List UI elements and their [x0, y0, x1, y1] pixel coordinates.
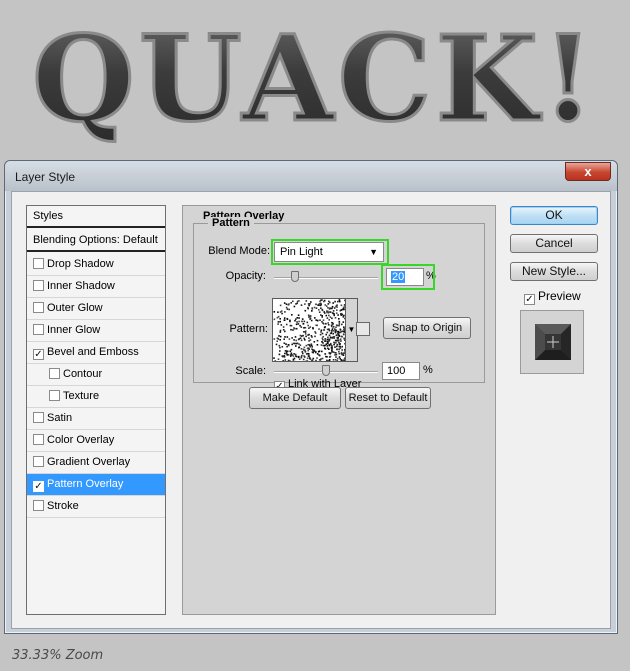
- cancel-label: Cancel: [535, 236, 573, 250]
- style-item-checkbox[interactable]: [49, 390, 60, 401]
- style-item[interactable]: Texture: [27, 386, 165, 408]
- style-item-checkbox[interactable]: [33, 302, 44, 313]
- style-item-label: Inner Glow: [47, 324, 101, 336]
- titlebar[interactable]: Layer Style x: [5, 161, 617, 191]
- opacity-slider-track[interactable]: [274, 277, 378, 279]
- style-item[interactable]: Contour: [27, 364, 165, 386]
- style-item-checkbox[interactable]: [33, 456, 44, 467]
- style-item[interactable]: Gradient Overlay: [27, 452, 165, 474]
- close-button[interactable]: x: [565, 162, 611, 181]
- style-item[interactable]: ✓ Bevel and Emboss: [27, 342, 165, 364]
- make-default-label: Make Default: [262, 392, 328, 404]
- style-item[interactable]: Satin: [27, 408, 165, 430]
- headline-art: QUACK!: [31, 8, 598, 148]
- style-item-checkbox[interactable]: [33, 258, 44, 269]
- style-item-label: Stroke: [47, 500, 79, 512]
- style-item-label: Bevel and Emboss: [47, 346, 139, 358]
- preview-label: Preview: [538, 289, 581, 303]
- new-style-button[interactable]: New Style...: [510, 262, 598, 281]
- new-preset-icon[interactable]: [356, 322, 370, 336]
- style-item-checkbox[interactable]: [33, 324, 44, 335]
- style-item-checkbox[interactable]: [33, 434, 44, 445]
- blending-options-item[interactable]: Blending Options: Default: [27, 230, 165, 252]
- close-icon: x: [584, 164, 592, 179]
- pattern-overlay-panel: Pattern Overlay Pattern Blend Mode: Pin …: [182, 205, 496, 615]
- style-item[interactable]: Inner Glow: [27, 320, 165, 342]
- style-item[interactable]: Drop Shadow: [27, 254, 165, 276]
- opacity-highlight: [381, 264, 435, 290]
- style-item-checkbox[interactable]: [49, 368, 60, 379]
- styles-header-label: Styles: [33, 210, 63, 222]
- scale-value: 100: [387, 365, 406, 377]
- style-item-label: Pattern Overlay: [47, 478, 124, 490]
- cancel-button[interactable]: Cancel: [510, 234, 598, 253]
- reset-to-default-button[interactable]: Reset to Default: [345, 387, 431, 409]
- canvas-headline: QUACK!: [0, 8, 630, 148]
- blending-options-label: Blending Options: Default: [33, 234, 158, 246]
- style-item-checkbox[interactable]: ✓: [33, 481, 44, 492]
- zoom-level: 33.33% Zoom: [12, 648, 104, 663]
- style-preview: [520, 310, 584, 374]
- blend-mode-label: Blend Mode:: [208, 245, 270, 257]
- style-item-label: Contour: [63, 368, 103, 380]
- reset-to-default-label: Reset to Default: [348, 392, 428, 404]
- style-item[interactable]: Inner Shadow: [27, 276, 165, 298]
- opacity-slider-thumb[interactable]: [290, 271, 299, 282]
- preview-checkbox[interactable]: ✓ Preview: [524, 289, 581, 305]
- make-default-button[interactable]: Make Default: [249, 387, 341, 409]
- blend-mode-highlight: [271, 239, 389, 265]
- preview-check[interactable]: ✓: [524, 294, 535, 305]
- pattern-swatch[interactable]: [272, 298, 346, 362]
- styles-list: Styles Blending Options: Default Drop Sh…: [26, 205, 166, 615]
- style-item[interactable]: Color Overlay: [27, 430, 165, 452]
- opacity-label: Opacity:: [225, 270, 266, 282]
- style-item[interactable]: Outer Glow: [27, 298, 165, 320]
- style-item-label: Texture: [63, 390, 100, 402]
- style-item-checkbox[interactable]: [33, 280, 44, 291]
- style-item-label: Outer Glow: [47, 302, 103, 314]
- snap-to-origin-button[interactable]: Snap to Origin: [383, 317, 471, 339]
- pattern-label: Pattern:: [229, 323, 268, 335]
- scale-label: Scale:: [235, 365, 266, 377]
- group-title: Pattern: [208, 217, 254, 229]
- pattern-group: Pattern Blend Mode: Pin Light ▼ Opacity:…: [193, 217, 485, 392]
- style-item[interactable]: Stroke: [27, 496, 165, 518]
- style-item-checkbox[interactable]: [33, 500, 44, 511]
- style-item-label: Gradient Overlay: [47, 456, 131, 468]
- style-item-label: Inner Shadow: [47, 280, 115, 292]
- dialog-title: Layer Style: [15, 170, 76, 184]
- preview-thumbnail-image: [535, 324, 571, 360]
- scale-slider-thumb[interactable]: [322, 365, 330, 376]
- ok-button[interactable]: OK: [510, 206, 598, 225]
- style-item-label: Drop Shadow: [47, 258, 114, 270]
- pattern-texture-image: [273, 299, 345, 361]
- layer-style-dialog: Layer Style x Styles Blending Options: D…: [4, 160, 618, 634]
- style-item-checkbox[interactable]: [33, 412, 44, 423]
- new-style-label: New Style...: [521, 264, 587, 278]
- ok-label: OK: [545, 208, 563, 222]
- scale-percent: %: [423, 364, 433, 376]
- styles-header[interactable]: Styles: [27, 206, 165, 228]
- style-item-label: Color Overlay: [47, 434, 115, 446]
- style-item-checkbox[interactable]: ✓: [33, 349, 44, 360]
- style-item-label: Satin: [47, 412, 73, 424]
- headline-text: QUACK!: [32, 9, 598, 148]
- snap-to-origin-label: Snap to Origin: [391, 322, 463, 334]
- style-item[interactable]: ✓ Pattern Overlay: [27, 474, 165, 496]
- dialog-content: Styles Blending Options: Default Drop Sh…: [11, 191, 611, 629]
- scale-input[interactable]: 100: [382, 362, 420, 380]
